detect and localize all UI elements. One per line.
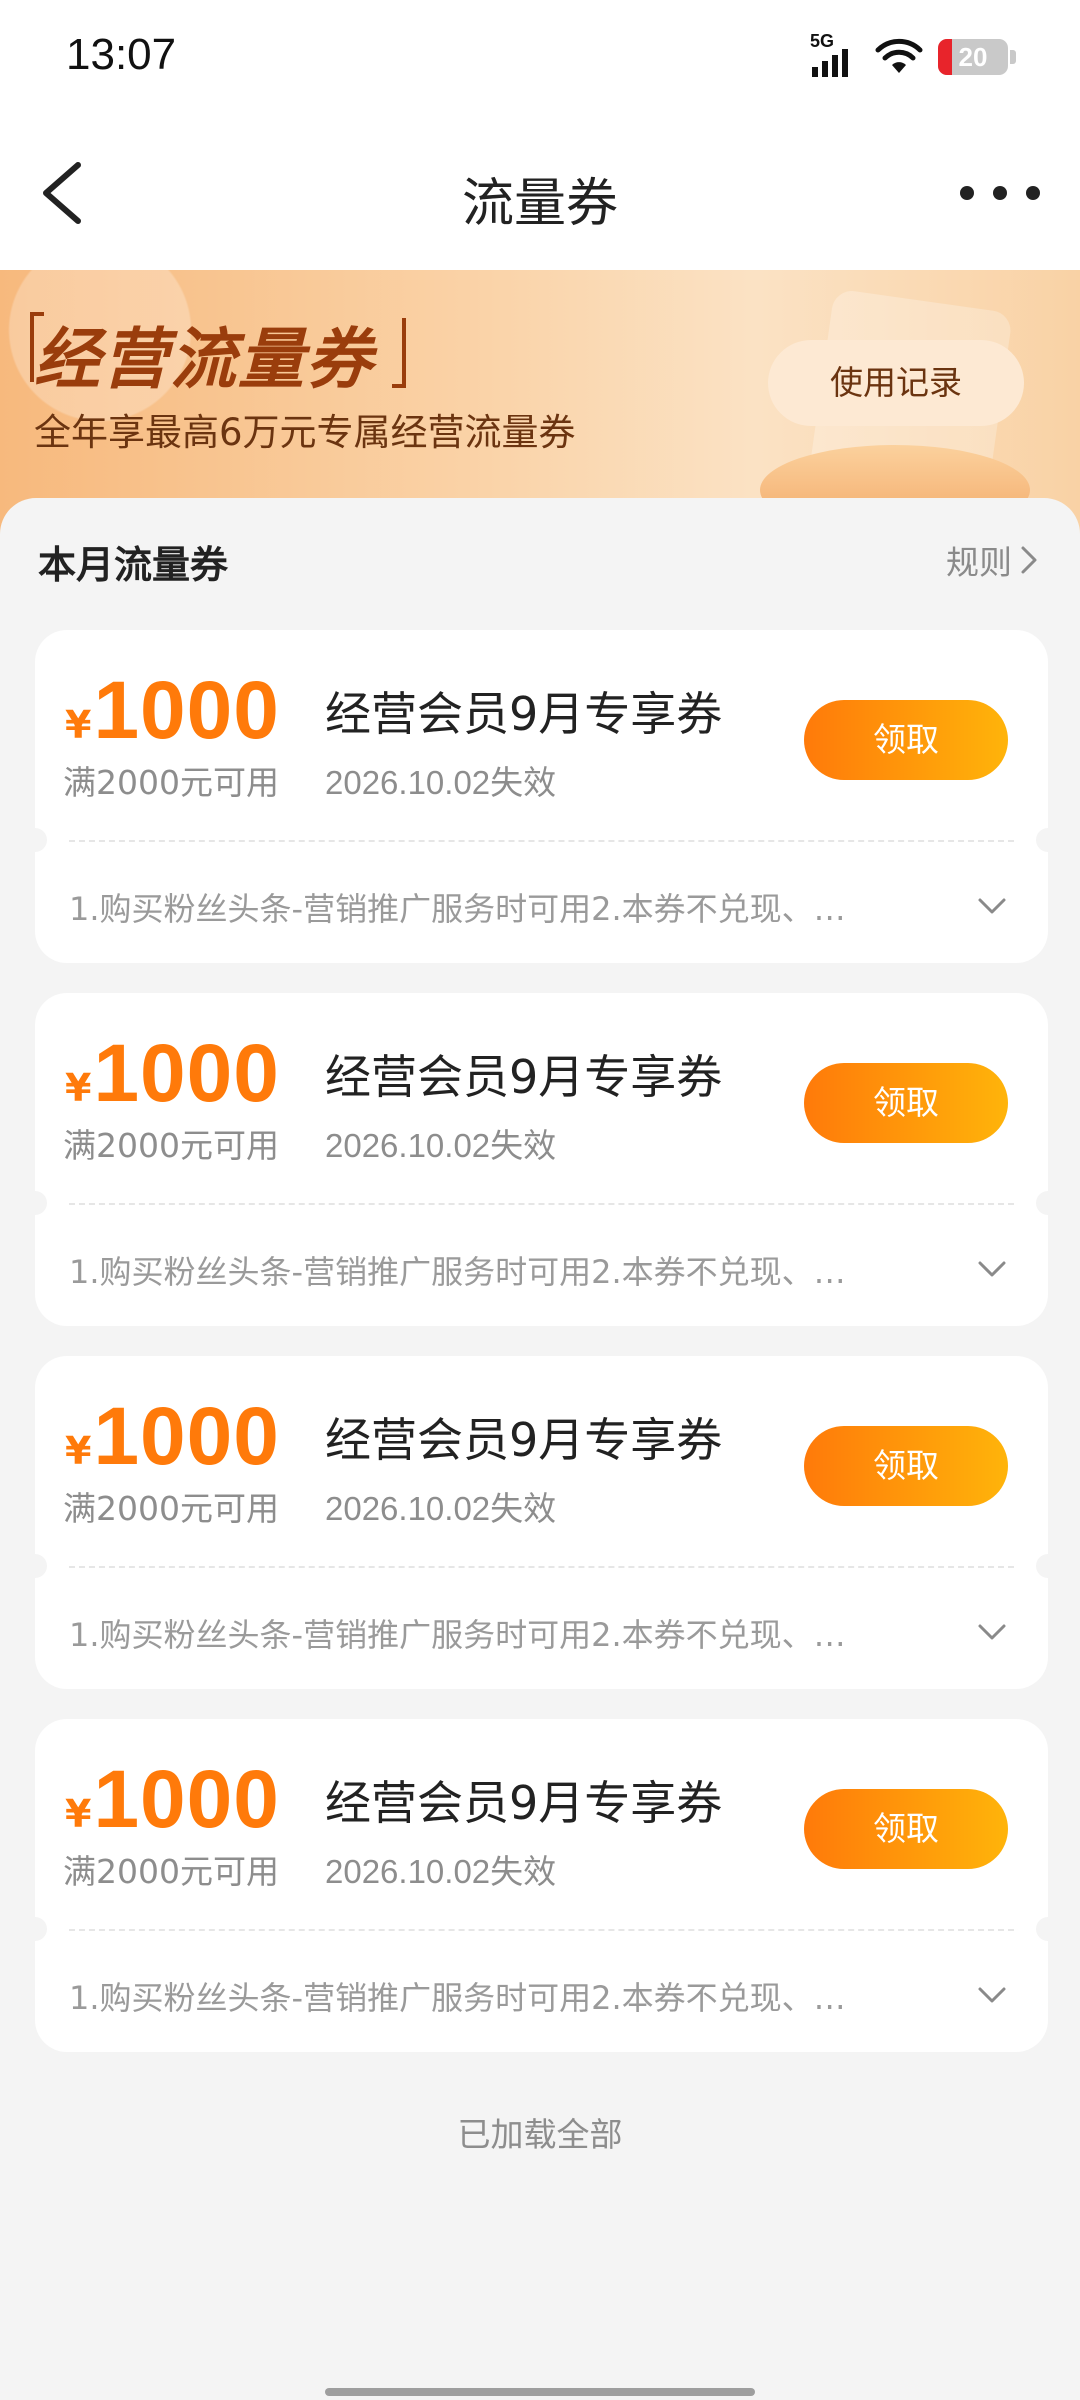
coupon-condition: 满2000元可用 (63, 1852, 279, 1891)
dashed-divider (69, 1929, 1014, 1931)
battery-level: 20 (958, 42, 988, 72)
section-title: 本月流量券 (38, 543, 229, 587)
banner-title: 经营流量券 (34, 321, 374, 398)
amount-value: 1000 (93, 665, 280, 756)
amount-value: 1000 (93, 1754, 280, 1845)
notch-left (23, 828, 47, 852)
page-title: 流量券 (461, 174, 618, 234)
signal-icon: 5G (810, 31, 860, 79)
nav-bar: 流量券 (0, 115, 1080, 270)
coupon-card: ¥ 1000 满2000元可用 经营会员9月专享券 2026.10.02失效 领… (23, 993, 1060, 1326)
chevron-down-icon[interactable] (972, 1975, 1012, 2015)
home-indicator[interactable] (325, 2388, 755, 2396)
coupon-list-panel: 本月流量券 规则 ¥ 1000 满2000元可用 经营会员9月专享券 2026.… (0, 498, 1080, 2400)
coupon-expiry: 2026.10.02失效 (325, 1127, 557, 1164)
chevron-down-icon[interactable] (972, 886, 1012, 926)
more-dots-icon[interactable] (960, 173, 1040, 213)
coupon-name: 经营会员9月专享券 (325, 1776, 723, 1830)
chevron-down-icon[interactable] (972, 1249, 1012, 1289)
battery-icon: 20 (938, 39, 1008, 75)
amount-value: 1000 (93, 1028, 280, 1119)
coupon-card: ¥ 1000 满2000元可用 经营会员9月专享券 2026.10.02失效 领… (23, 1356, 1060, 1689)
currency-symbol: ¥ (65, 1429, 92, 1473)
status-icons: 5G 20 (810, 31, 1016, 82)
notch-left (23, 1554, 47, 1578)
coupon-description: 1.购买粉丝头条-营销推广服务时可用2.本券不兑现、… (69, 1253, 846, 1291)
status-time: 13:07 (66, 30, 177, 79)
currency-symbol: ¥ (65, 1792, 92, 1836)
rules-link[interactable]: 规则 (946, 536, 1038, 584)
coupon-condition: 满2000元可用 (63, 1489, 279, 1528)
claim-button[interactable]: 领取 (804, 1789, 1008, 1869)
coupon-amount: ¥ 1000 (65, 1390, 280, 1484)
chevron-down-icon[interactable] (972, 1612, 1012, 1652)
coupon-condition: 满2000元可用 (63, 763, 279, 802)
notch-right (1036, 1917, 1060, 1941)
currency-symbol: ¥ (65, 1066, 92, 1110)
notch-left (23, 1917, 47, 1941)
coupon-amount: ¥ 1000 (65, 1753, 280, 1847)
status-bar: 13:07 5G 20 (0, 0, 1080, 115)
coupon-name: 经营会员9月专享券 (325, 1050, 723, 1104)
coupon-description: 1.购买粉丝头条-营销推广服务时可用2.本券不兑现、… (69, 890, 846, 928)
banner-subtitle: 全年享最高6万元专属经营流量券 (34, 411, 576, 454)
claim-button[interactable]: 领取 (804, 700, 1008, 780)
coupon-expiry: 2026.10.02失效 (325, 764, 557, 801)
notch-left (23, 1191, 47, 1215)
battery-tip (1010, 50, 1016, 64)
bracket-right-decoration (392, 318, 406, 388)
claim-button[interactable]: 领取 (804, 1426, 1008, 1506)
coupon-condition: 满2000元可用 (63, 1126, 279, 1165)
dashed-divider (69, 1203, 1014, 1205)
coupon-name: 经营会员9月专享券 (325, 1413, 723, 1467)
loaded-all-text: 已加载全部 (457, 2115, 623, 2154)
claim-button[interactable]: 领取 (804, 1063, 1008, 1143)
dashed-divider (69, 840, 1014, 842)
coupon-expiry: 2026.10.02失效 (325, 1853, 557, 1890)
dashed-divider (69, 1566, 1014, 1568)
coupon-card: ¥ 1000 满2000元可用 经营会员9月专享券 2026.10.02失效 领… (23, 630, 1060, 963)
coupon-amount: ¥ 1000 (65, 664, 280, 758)
wifi-icon (875, 38, 923, 73)
usage-record-button[interactable]: 使用记录 (768, 340, 1024, 426)
chevron-right-icon (1021, 546, 1037, 574)
rules-label: 规则 (946, 543, 1012, 582)
currency-symbol: ¥ (65, 703, 92, 747)
coupon-expiry: 2026.10.02失效 (325, 1490, 557, 1527)
coupon-name: 经营会员9月专享券 (325, 687, 723, 741)
notch-right (1036, 828, 1060, 852)
coupon-card: ¥ 1000 满2000元可用 经营会员9月专享券 2026.10.02失效 领… (23, 1719, 1060, 2052)
coupon-amount: ¥ 1000 (65, 1027, 280, 1121)
notch-right (1036, 1191, 1060, 1215)
notch-right (1036, 1554, 1060, 1578)
amount-value: 1000 (93, 1391, 280, 1482)
coupon-description: 1.购买粉丝头条-营销推广服务时可用2.本券不兑现、… (69, 1616, 846, 1654)
coupon-description: 1.购买粉丝头条-营销推广服务时可用2.本券不兑现、… (69, 1979, 846, 2017)
